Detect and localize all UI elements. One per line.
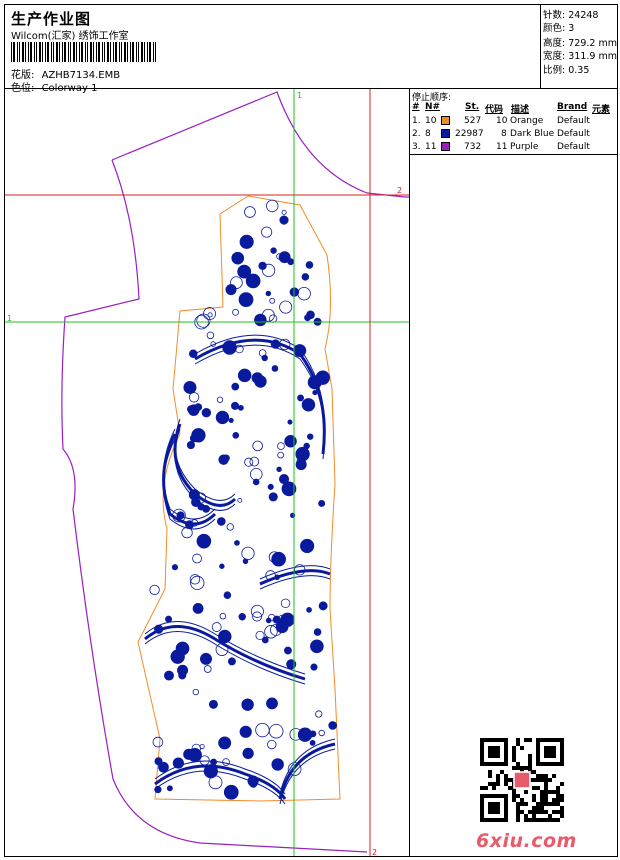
stat-scale: 比例: 0.35 (543, 65, 590, 76)
col-desc: 描述 (511, 105, 530, 115)
page-title: 生产作业图 (11, 10, 92, 28)
stat-colors: 颜色: 3 (543, 23, 575, 34)
stops-divider (409, 154, 618, 155)
stop-sequence-panel: 停止顺序: # N# St. 代码 描述 Brand 元素 1. 10 527 … (410, 89, 617, 154)
row-code: 11 (496, 142, 508, 152)
qr-code (480, 738, 564, 822)
row-desc: Orange (510, 116, 544, 126)
barcode (11, 42, 156, 62)
color-swatch (441, 116, 450, 125)
design-canvas: 1 1 2 2 (5, 89, 409, 856)
stat-stitches: 针数: 24248 (543, 10, 599, 21)
row-desc: Purple (510, 142, 539, 152)
col-code: 代码 (485, 105, 504, 115)
stat-height: 高度: 729.2 mm (543, 38, 617, 49)
row-brand: Default (557, 116, 590, 126)
row-stitches: 22987 (455, 129, 484, 139)
row-needle: 11 (425, 142, 437, 152)
row-index: 3. (412, 142, 421, 152)
row-brand: Default (557, 142, 590, 152)
watermark: 6xiu.com (476, 830, 577, 852)
col-brand: Brand (557, 102, 588, 112)
panel-divider (409, 88, 410, 856)
row-desc: Dark Blue (510, 129, 555, 139)
row-index: 1. (412, 116, 421, 126)
color-swatch (441, 142, 450, 151)
guide-label-v2: 2 (372, 848, 377, 856)
stat-width: 宽度: 311.9 mm (543, 51, 617, 62)
guide-label-h1: 1 (7, 314, 12, 323)
row-code: 8 (501, 129, 507, 139)
header-info: 生产作业图 Wilcom(汇家) 绣饰工作室 花版: AZHB7134.EMB … (5, 5, 539, 94)
embroidery-motifs (144, 199, 338, 805)
row-needle: 8 (425, 129, 431, 139)
stats-panel: 针数: 24248 颜色: 3 高度: 729.2 mm 宽度: 311.9 m… (540, 5, 618, 88)
col-needle: N# (425, 102, 441, 112)
row-stitches: 732 (464, 142, 482, 152)
col-hash: # (412, 102, 420, 112)
guide-label-h2: 2 (397, 186, 402, 195)
guide-label-v1: 1 (297, 91, 302, 100)
row-code: 10 (496, 116, 508, 126)
company-name: Wilcom(汇家) 绣饰工作室 (11, 31, 129, 42)
row-brand: Default (557, 129, 590, 139)
garment-pattern-outline (61, 91, 409, 853)
row-index: 2. (412, 129, 421, 139)
color-swatch (441, 129, 450, 138)
row-stitches: 527 (464, 116, 482, 126)
col-stitches: St. (465, 102, 480, 112)
col-element: 元素 (592, 105, 611, 115)
row-needle: 10 (425, 116, 437, 126)
